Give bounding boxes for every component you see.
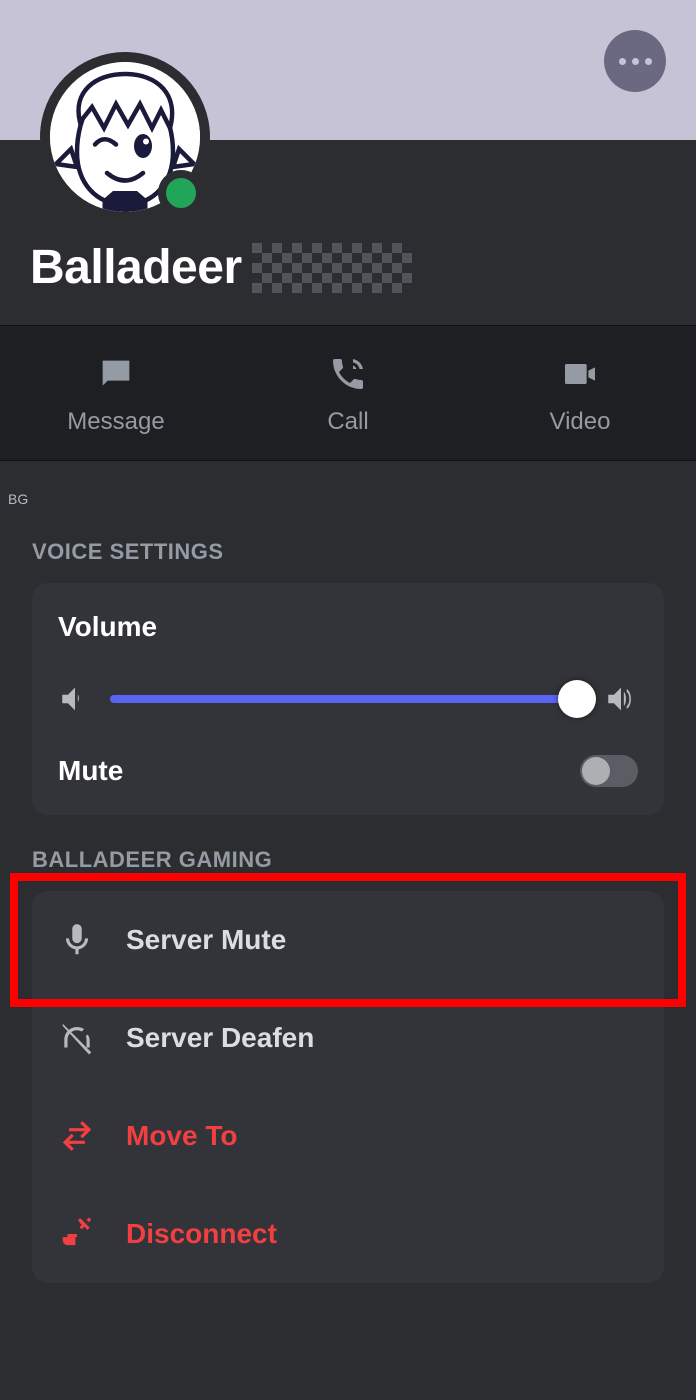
voice-settings-panel: Volume Mute (32, 583, 664, 815)
call-label: Call (327, 408, 368, 436)
chat-bubble-icon (96, 354, 136, 394)
server-mute-item[interactable]: Server Mute (32, 891, 664, 989)
microphone-icon (58, 921, 96, 959)
message-label: Message (67, 408, 164, 436)
toggle-knob (582, 757, 610, 785)
mute-label: Mute (58, 755, 123, 787)
server-deafen-label: Server Deafen (126, 1022, 314, 1054)
server-mute-label: Server Mute (126, 924, 286, 956)
action-bar: Message Call Video (0, 325, 696, 461)
user-profile-sheet: Balladeer Message Call Video BG VOICE SE… (0, 0, 696, 1400)
volume-label: Volume (58, 611, 638, 643)
server-section-title: BALLADEER GAMING (0, 815, 696, 891)
avatar-container (40, 52, 210, 222)
volume-row (58, 679, 638, 719)
slider-track (110, 695, 586, 703)
server-actions-list: Server Mute Server Deafen Move To Discon… (32, 891, 664, 1283)
volume-slider[interactable] (110, 679, 586, 719)
disconnect-icon (58, 1215, 96, 1253)
slider-thumb[interactable] (558, 680, 596, 718)
server-deafen-item[interactable]: Server Deafen (32, 989, 664, 1087)
status-indicator-online (158, 170, 204, 216)
dot-icon (632, 58, 639, 65)
message-button[interactable]: Message (0, 326, 232, 460)
dot-icon (645, 58, 652, 65)
video-camera-icon (560, 354, 600, 394)
dot-icon (619, 58, 626, 65)
username-redacted-suffix (252, 243, 412, 293)
disconnect-label: Disconnect (126, 1218, 277, 1250)
voice-settings-title: VOICE SETTINGS (0, 507, 696, 583)
headphones-slash-icon (58, 1019, 96, 1057)
arrows-swap-icon (58, 1117, 96, 1155)
move-to-label: Move To (126, 1120, 237, 1152)
mute-toggle[interactable] (580, 755, 638, 787)
more-options-button[interactable] (604, 30, 666, 92)
disconnect-item[interactable]: Disconnect (32, 1185, 664, 1283)
video-button[interactable]: Video (464, 326, 696, 460)
badge-tag: BG (0, 461, 696, 507)
phone-wave-icon (328, 354, 368, 394)
move-to-item[interactable]: Move To (32, 1087, 664, 1185)
username: Balladeer (30, 240, 242, 295)
call-button[interactable]: Call (232, 326, 464, 460)
video-label: Video (550, 408, 611, 436)
volume-low-icon (58, 682, 92, 716)
mute-row: Mute (58, 755, 638, 787)
volume-high-icon (604, 682, 638, 716)
